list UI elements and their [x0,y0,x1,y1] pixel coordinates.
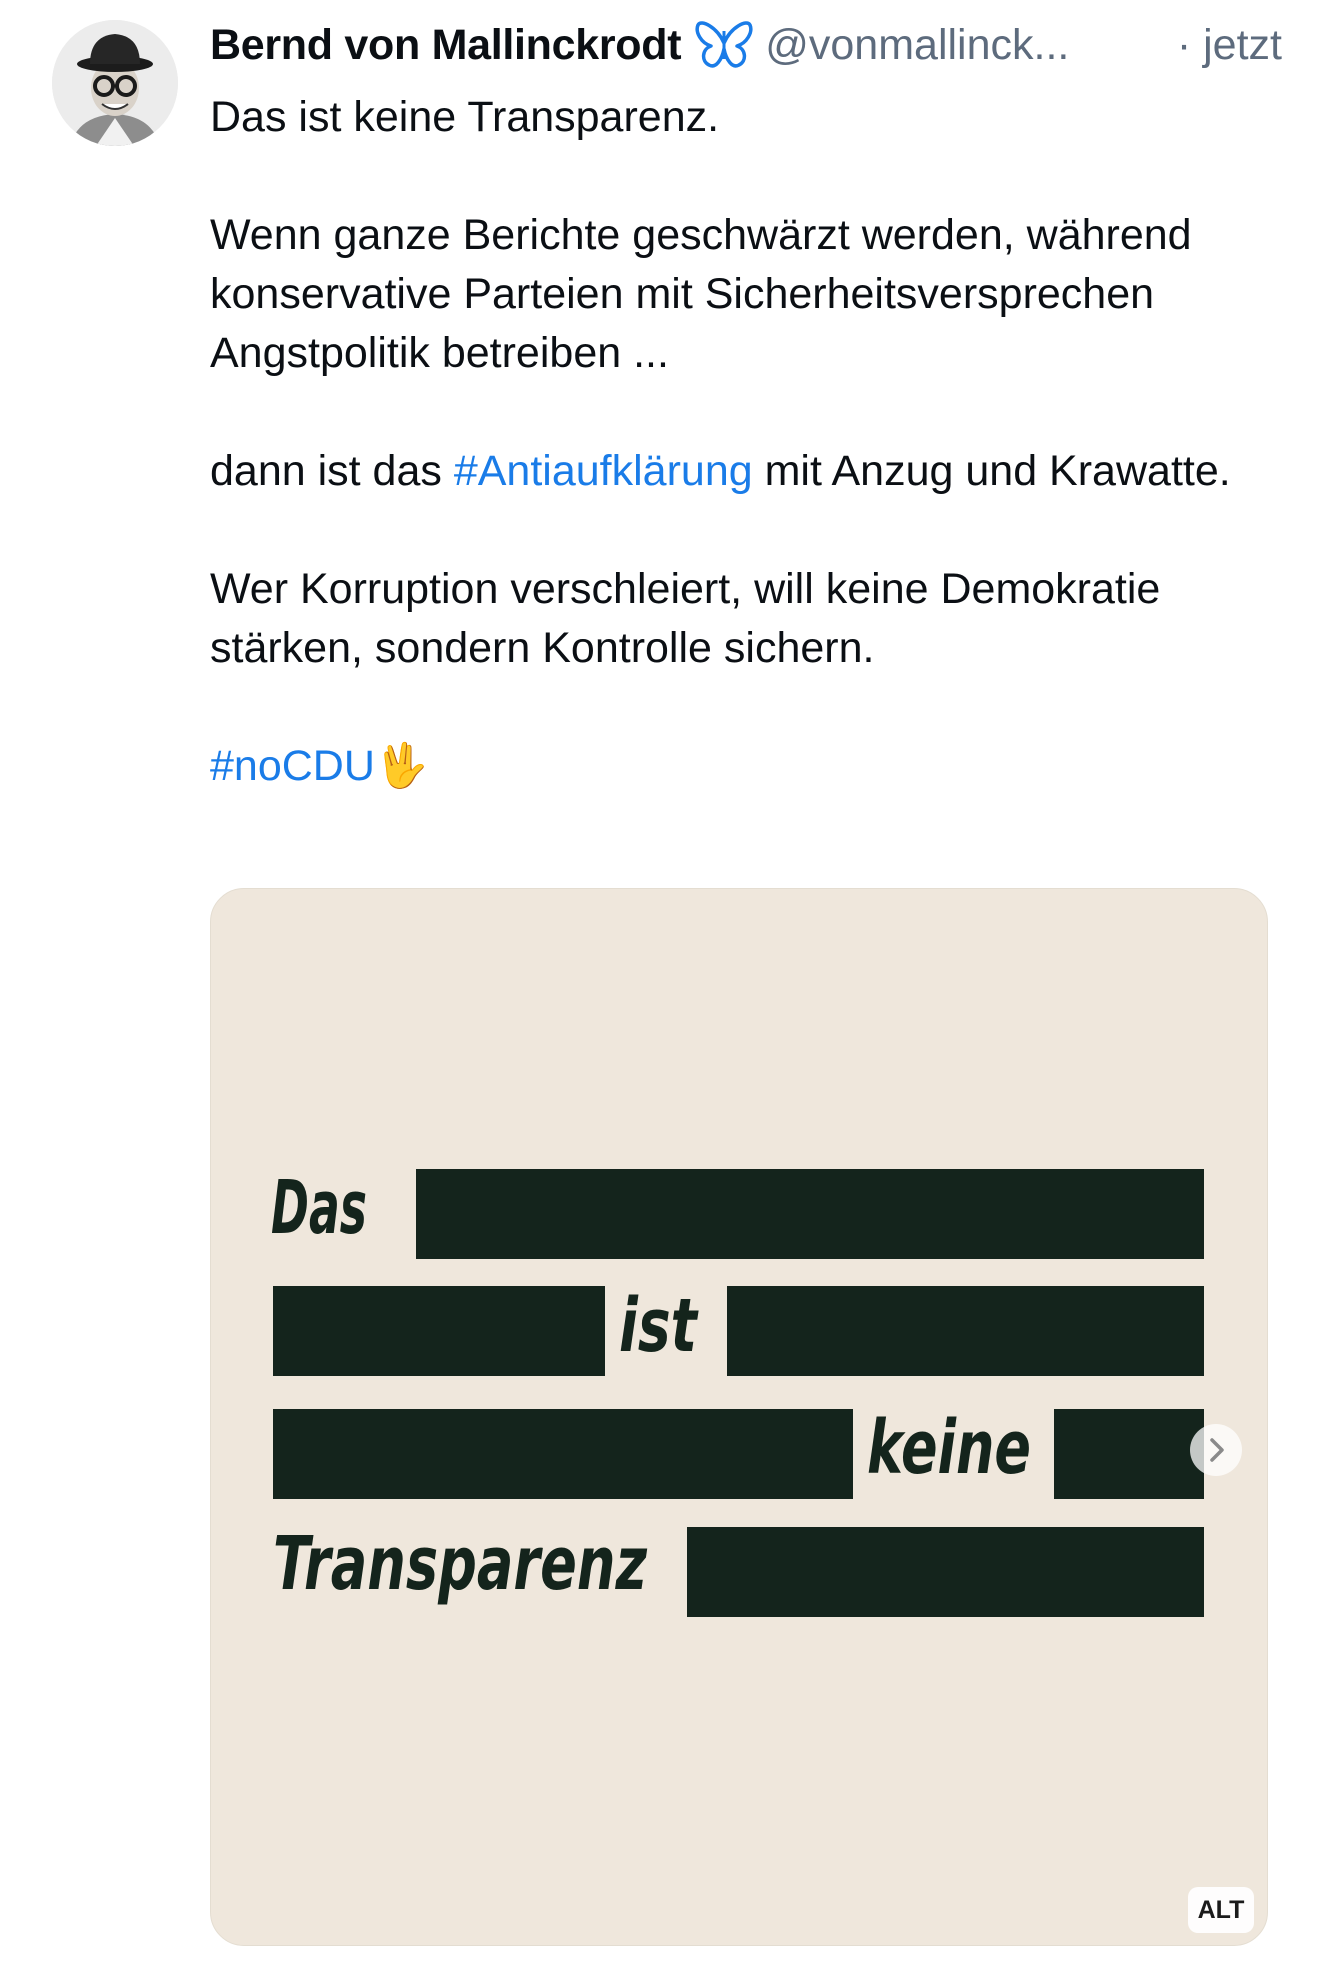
vulcan-salute-emoji: 🖖 [374,742,429,790]
post-paragraph-3: dann ist das #Antiaufklärung mit Anzug u… [210,442,1290,501]
redacted-text-graphic: Das ist keine Transparenz [271,1165,1204,1617]
redaction-bar [1054,1409,1204,1499]
paragraph-3-after: mit Anzug und Krawatte. [752,447,1231,495]
post-final-line: #noCDU🖖 [210,737,1290,796]
avatar-image [52,20,178,146]
butterfly-icon [695,19,753,71]
chevron-right-icon [1210,1438,1224,1462]
post-paragraph-2: Wenn ganze Berichte geschwärzt werden, w… [210,211,1192,377]
redaction-bar [416,1169,1204,1259]
redaction-bar [273,1286,605,1376]
carousel-next-button[interactable] [1190,1424,1242,1476]
post-paragraph-4: Wer Korruption verschleiert, will keine … [210,565,1161,672]
graphic-word-transparenz: Transparenz [273,1521,648,1607]
redaction-bar [687,1527,1204,1617]
alt-text-badge[interactable]: ALT [1188,1887,1254,1933]
redaction-bar [727,1286,1204,1376]
post-text: Das ist keine Transparenz. Wenn ganze Be… [210,88,1290,796]
post-image[interactable]: Das ist keine Transparenz [210,888,1268,1946]
author-name[interactable]: Bernd von Mallinckrodt [210,21,682,70]
author-handle[interactable]: @vonmallinck... [765,21,1161,70]
graphic-word-keine: keine [867,1405,1031,1491]
author-avatar[interactable] [52,20,178,146]
hashtag-nocdu[interactable]: #noCDU [210,742,375,790]
post-timestamp[interactable]: · jetzt [1177,21,1282,70]
paragraph-3-before: dann ist das [210,447,454,495]
hashtag-antiaufklaerung[interactable]: #Antiaufklärung [454,447,753,495]
graphic-word-das: Das [271,1165,367,1251]
redaction-bar [273,1409,853,1499]
post-line-1: Das ist keine Transparenz. [210,93,720,141]
graphic-word-ist: ist [619,1283,699,1369]
post-header: Bernd von Mallinckrodt @vonmallinck... ·… [210,14,1282,76]
